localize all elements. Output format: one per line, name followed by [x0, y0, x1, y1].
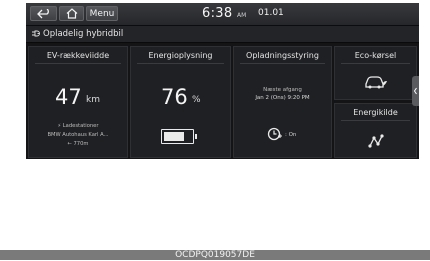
vehicle-mode-header: Opladelig hybridbil — [26, 26, 419, 43]
clock-ampm: AM — [237, 12, 247, 19]
charge-timer-icon — [267, 127, 282, 141]
energy-flow-title: Energikilde — [335, 108, 416, 121]
menu-label: Menu — [89, 8, 115, 19]
eco-car-icon — [365, 76, 387, 89]
next-departure-label: Næste afgang — [263, 87, 302, 93]
charging-station-icon: ⚡ — [57, 123, 62, 129]
back-button[interactable] — [30, 6, 57, 21]
charging-station-row: ⚡ Ladestationer — [29, 123, 127, 129]
image-caption: OCDPQ019057DE — [0, 250, 430, 260]
infotainment-screen: Menu 6:38 AM 01.01 Opladelig hybridbil E… — [26, 3, 419, 159]
energy-info-card[interactable]: Energioplysning 76 % — [130, 46, 231, 158]
charging-station-name: BMW Autohaus Karl A... — [47, 132, 109, 138]
battery-icon — [161, 129, 197, 144]
top-bar: Menu 6:38 AM 01.01 — [26, 3, 419, 26]
back-arrow-icon — [36, 8, 49, 18]
ev-range-value: 47 — [55, 85, 82, 109]
eco-driving-title: Eco-kørsel — [335, 51, 416, 64]
next-departure-value: Jan 2 (Ons) 9:20 PM — [255, 95, 310, 101]
home-button[interactable] — [59, 6, 84, 21]
clock-date: 01.01 — [258, 8, 284, 18]
energy-info-title: Energioplysning — [131, 51, 230, 64]
battery-fill — [164, 132, 184, 141]
charging-management-card[interactable]: Opladningsstyring Næste afgang Jan 2 (On… — [233, 46, 332, 158]
energy-flow-icon — [368, 134, 384, 148]
charging-station-distance: ← 770m — [67, 141, 89, 147]
home-icon — [66, 8, 77, 19]
ev-range-unit: km — [86, 95, 100, 105]
battery-percent-unit: % — [192, 95, 201, 105]
battery-percent-value: 76 — [161, 85, 188, 109]
ev-range-card[interactable]: EV-rækkeviidde 47 km ⚡ Ladestationer BMW… — [28, 46, 128, 158]
chevron-left-icon — [413, 87, 417, 95]
charging-management-title: Opladningsstyring — [234, 51, 331, 64]
vehicle-mode-title: Opladelig hybridbil — [43, 29, 124, 39]
plug-icon — [32, 30, 40, 37]
charging-station-label: Ladestationer — [62, 123, 99, 129]
battery-terminal — [194, 134, 197, 139]
energy-flow-card[interactable]: Energikilde — [334, 103, 417, 158]
menu-button[interactable]: Menu — [86, 6, 118, 21]
charge-timer-state: : On — [285, 132, 297, 138]
clock-time: 6:38 — [202, 6, 233, 21]
side-panel-handle[interactable] — [412, 76, 419, 106]
eco-driving-card[interactable]: Eco-kørsel — [334, 46, 417, 100]
ev-range-title: EV-rækkeviidde — [29, 51, 127, 64]
